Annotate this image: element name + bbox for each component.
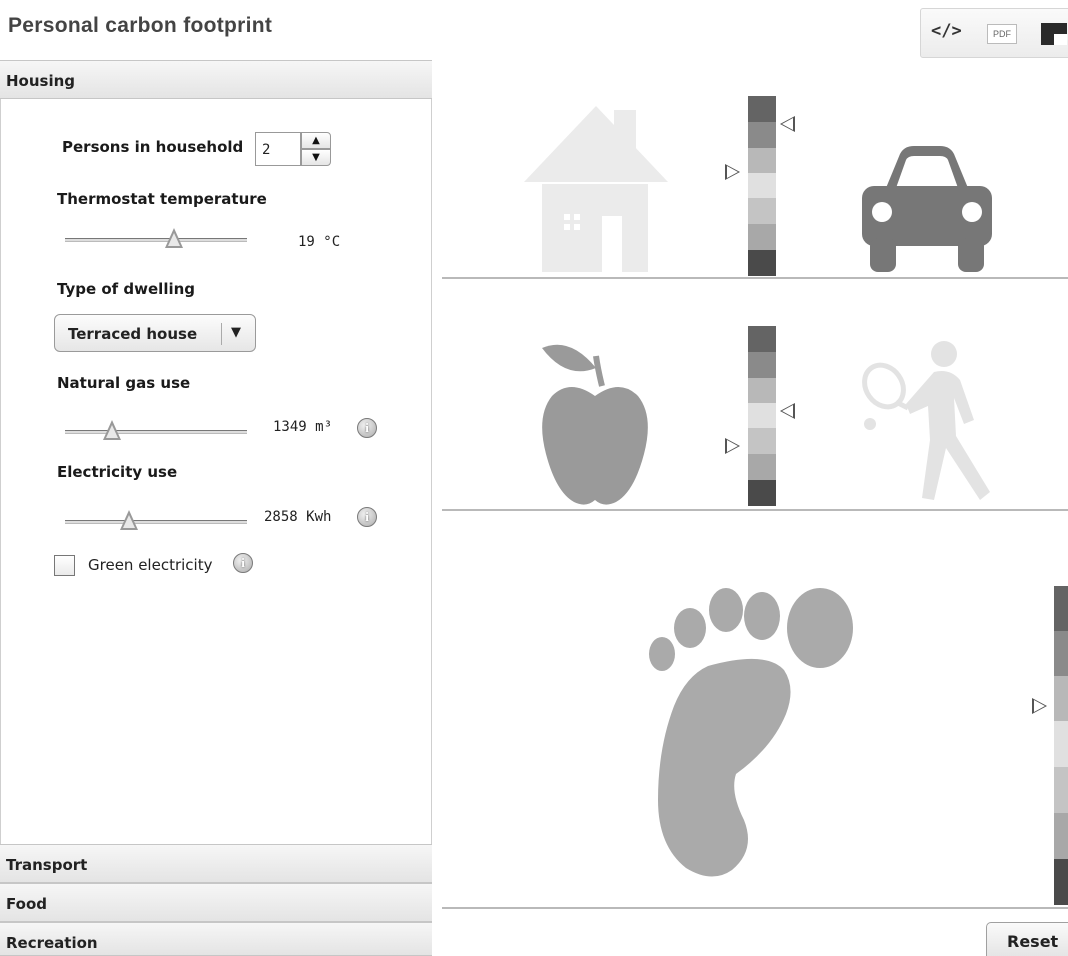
persons-label: Persons in household bbox=[62, 138, 244, 156]
green-electricity-label: Green electricity bbox=[88, 556, 213, 574]
app-title: Personal carbon footprint bbox=[8, 14, 273, 37]
section-food-header[interactable]: Food bbox=[0, 883, 432, 922]
gas-label: Natural gas use bbox=[57, 374, 191, 392]
info-icon[interactable]: i bbox=[357, 418, 377, 438]
gas-slider[interactable] bbox=[65, 420, 247, 444]
thermostat-value: 19 °C bbox=[298, 234, 341, 250]
transport-level-pointer bbox=[780, 116, 795, 132]
section-housing-header[interactable]: Housing bbox=[0, 60, 432, 99]
recreation-level-pointer bbox=[780, 403, 795, 419]
persons-input[interactable]: 2 bbox=[255, 132, 301, 166]
decrement-down-icon[interactable]: ▼ bbox=[301, 149, 331, 166]
total-level-pointer bbox=[1032, 698, 1047, 714]
section-transport-header[interactable]: Transport bbox=[0, 844, 432, 883]
gas-value: 1349 m³ bbox=[273, 419, 333, 435]
electricity-label: Electricity use bbox=[57, 463, 178, 481]
slider-track bbox=[65, 430, 247, 434]
slider-track bbox=[65, 238, 247, 242]
select-divider bbox=[221, 323, 222, 345]
dwelling-label: Type of dwelling bbox=[57, 280, 196, 298]
slider-thumb[interactable] bbox=[165, 228, 184, 248]
electricity-slider[interactable] bbox=[65, 510, 247, 534]
pdf-export-icon[interactable]: PDF bbox=[987, 24, 1017, 44]
thermostat-slider[interactable] bbox=[65, 228, 247, 252]
row-divider bbox=[442, 277, 1068, 279]
embed-code-icon[interactable]: </> bbox=[931, 21, 962, 41]
impact-scale-total bbox=[1054, 586, 1068, 905]
info-icon[interactable]: i bbox=[357, 507, 377, 527]
chevron-down-icon: ▼ bbox=[231, 325, 241, 340]
food-level-pointer bbox=[725, 438, 740, 454]
row-divider bbox=[442, 907, 1068, 909]
impact-scale-food-recreation bbox=[748, 326, 776, 506]
green-electricity-checkbox[interactable] bbox=[54, 555, 75, 576]
electricity-value: 2858 Kwh bbox=[264, 509, 332, 525]
row-divider bbox=[442, 509, 1068, 511]
export-toolbar: </> PDF bbox=[920, 8, 1068, 58]
fullscreen-icon[interactable] bbox=[1041, 23, 1067, 45]
increment-up-icon[interactable]: ▲ bbox=[301, 132, 331, 149]
slider-thumb[interactable] bbox=[103, 420, 122, 440]
slider-track bbox=[65, 520, 247, 524]
car-icon bbox=[862, 146, 992, 272]
footprint-icon bbox=[649, 588, 853, 877]
house-icon bbox=[524, 106, 668, 272]
info-icon[interactable]: i bbox=[233, 553, 253, 573]
persons-stepper[interactable]: 2 ▲ ▼ bbox=[255, 132, 331, 168]
housing-level-pointer bbox=[725, 164, 740, 180]
impact-scale-housing-transport bbox=[748, 96, 776, 276]
section-recreation-header[interactable]: Recreation bbox=[0, 922, 432, 956]
apple-icon bbox=[542, 344, 648, 505]
slider-thumb[interactable] bbox=[119, 510, 138, 530]
thermostat-label: Thermostat temperature bbox=[57, 190, 267, 208]
dwelling-type-select[interactable]: Terraced house ▼ bbox=[54, 314, 256, 352]
tennis-player-icon bbox=[862, 341, 990, 500]
reset-button[interactable]: Reset bbox=[986, 922, 1068, 956]
dwelling-selected-value: Terraced house bbox=[68, 325, 198, 343]
